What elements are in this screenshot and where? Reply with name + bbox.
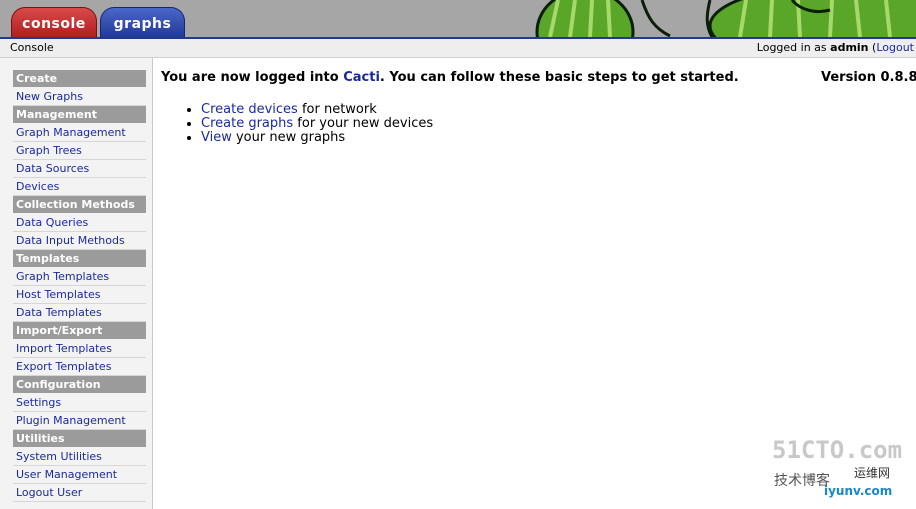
sidebar-item-data-sources[interactable]: Data Sources: [13, 160, 146, 178]
sidebar-item-data-input-methods[interactable]: Data Input Methods: [13, 232, 146, 250]
login-status: Logged in as admin (Logout: [757, 39, 914, 57]
step-item: Create graphs for your new devices: [201, 117, 916, 131]
login-user: admin: [830, 41, 869, 54]
logout-link[interactable]: Logout: [876, 41, 914, 54]
welcome-prefix: You are now logged into: [161, 70, 344, 85]
menu-section-header: Management: [13, 106, 146, 123]
top-banner: console graphs: [0, 0, 916, 37]
sidebar-item-system-utilities[interactable]: System Utilities: [13, 448, 146, 466]
sidebar-item-logout-user[interactable]: Logout User: [13, 484, 146, 502]
step-text: your new graphs: [231, 130, 346, 145]
menu-section-header: Templates: [13, 250, 146, 267]
welcome-message: You are now logged into Cacti. You can f…: [161, 70, 916, 85]
menu-section-header: Utilities: [13, 430, 146, 447]
watermark-site: iyunv.com: [824, 484, 893, 498]
version-label: Version 0.8.8b: [821, 70, 916, 85]
step-item: Create devices for network: [201, 103, 916, 117]
sidebar-item-host-templates[interactable]: Host Templates: [13, 286, 146, 304]
main-content: You are now logged into Cacti. You can f…: [161, 70, 916, 145]
sidebar-item-export-templates[interactable]: Export Templates: [13, 358, 146, 376]
login-prefix: Logged in as: [756, 41, 827, 54]
cacti-link[interactable]: Cacti: [343, 70, 380, 85]
sidebar-item-graph-trees[interactable]: Graph Trees: [13, 142, 146, 160]
sidebar-item-graph-management[interactable]: Graph Management: [13, 124, 146, 142]
sidebar-item-devices[interactable]: Devices: [13, 178, 146, 196]
view-graphs-link[interactable]: View: [201, 130, 232, 145]
create-graphs-link[interactable]: Create graphs: [201, 116, 293, 131]
menu-section-header: Import/Export: [13, 322, 146, 339]
sidebar-item-data-queries[interactable]: Data Queries: [13, 214, 146, 232]
tab-console[interactable]: console: [11, 7, 97, 37]
sidebar: Create New Graphs Management Graph Manageme…: [0, 58, 153, 509]
menu-section-header: Configuration: [13, 376, 146, 393]
watermark: 51CTO.com 技术博客 运维网 iyunv.com: [772, 436, 916, 506]
breadcrumb: Console: [10, 41, 54, 54]
sidebar-item-settings[interactable]: Settings: [13, 394, 146, 412]
watermark-badge: 运维网: [854, 466, 891, 480]
sidebar-item-user-management[interactable]: User Management: [13, 466, 146, 484]
watermark-sub: 技术博客: [774, 473, 830, 489]
step-text: for your new devices: [293, 116, 434, 131]
sidebar-item-import-templates[interactable]: Import Templates: [13, 340, 146, 358]
step-text: for network: [297, 102, 377, 117]
watermark-main: 51CTO.com: [772, 436, 903, 464]
sidebar-item-data-templates[interactable]: Data Templates: [13, 304, 146, 322]
sidebar-item-plugin-management[interactable]: Plugin Management: [13, 412, 146, 430]
menu-section-header: Collection Methods: [13, 196, 146, 213]
sidebar-item-graph-templates[interactable]: Graph Templates: [13, 268, 146, 286]
cactus-logo: [535, 0, 916, 37]
getting-started-steps: Create devices for network Create graphs…: [161, 103, 916, 145]
step-item: View your new graphs: [201, 131, 916, 145]
menu-section-header: Create: [13, 70, 146, 87]
welcome-suffix: . You can follow these basic steps to ge…: [379, 70, 739, 85]
breadcrumb-bar: Console Logged in as admin (Logout: [0, 39, 916, 58]
sidebar-item-new-graphs[interactable]: New Graphs: [13, 88, 146, 106]
sidebar-menu: Create New Graphs Management Graph Manageme…: [13, 70, 146, 502]
create-devices-link[interactable]: Create devices: [201, 102, 298, 117]
tab-graphs[interactable]: graphs: [100, 7, 185, 37]
